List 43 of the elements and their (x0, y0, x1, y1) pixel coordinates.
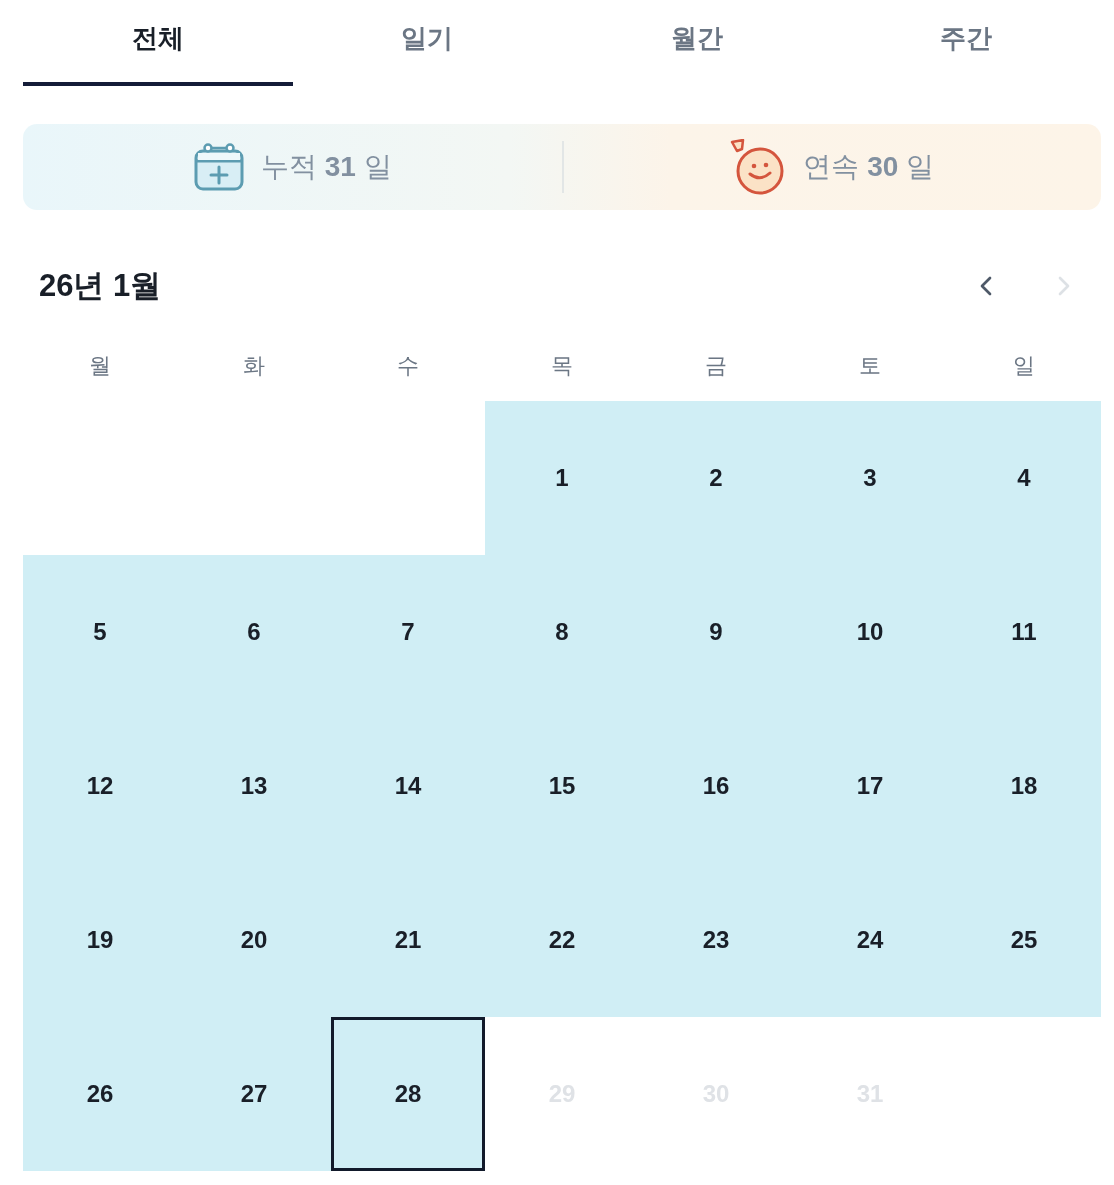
calendar-day[interactable]: 26 (23, 1017, 177, 1171)
calendar-day[interactable]: 12 (23, 709, 177, 863)
calendar-day[interactable]: 21 (331, 863, 485, 1017)
weekday-label: 금 (705, 351, 727, 380)
weekday-label: 화 (243, 351, 265, 380)
streak-days-text: 연속 30 일 (803, 150, 935, 184)
weekday-label: 월 (89, 351, 111, 380)
calendar-day[interactable]: 10 (793, 555, 947, 709)
weekday-label: 일 (1013, 351, 1035, 380)
calendar-day[interactable]: 13 (177, 709, 331, 863)
calendar-day[interactable]: 24 (793, 863, 947, 1017)
calendar-day[interactable]: 5 (23, 555, 177, 709)
weekday-label: 토 (859, 351, 881, 380)
calendar-day[interactable]: 14 (331, 709, 485, 863)
calendar-day[interactable]: 11 (947, 555, 1101, 709)
weekday-label: 수 (397, 351, 419, 380)
calendar-day[interactable]: 16 (639, 709, 793, 863)
calendar-plus-icon (192, 142, 245, 192)
calendar-day[interactable]: 15 (485, 709, 639, 863)
tab[interactable]: 전체 (23, 0, 293, 86)
tab[interactable]: 월간 (562, 0, 832, 86)
tab[interactable]: 주간 (831, 0, 1101, 86)
calendar-day[interactable]: 9 (639, 555, 793, 709)
calendar-day[interactable]: 28 (331, 1017, 485, 1171)
calendar-day[interactable]: 19 (23, 863, 177, 1017)
calendar-day[interactable]: 23 (639, 863, 793, 1017)
calendar-day[interactable]: 4 (947, 401, 1101, 555)
calendar-day[interactable]: 2 (639, 401, 793, 555)
cumulative-days-text: 누적 31 일 (260, 150, 392, 184)
weekday-label: 목 (551, 351, 573, 380)
month-title: 26년 1월 (39, 267, 162, 305)
calendar-day[interactable]: 22 (485, 863, 639, 1017)
calendar-day[interactable]: 20 (177, 863, 331, 1017)
calendar-day[interactable]: 7 (331, 555, 485, 709)
calendar-day[interactable]: 6 (177, 555, 331, 709)
calendar-day[interactable]: 3 (793, 401, 947, 555)
calendar-day[interactable]: 17 (793, 709, 947, 863)
tab[interactable]: 일기 (292, 0, 562, 86)
calendar-day[interactable]: 18 (947, 709, 1101, 863)
calendar-day[interactable]: 1 (485, 401, 639, 555)
calendar-day[interactable]: 25 (947, 863, 1101, 1017)
calendar-day[interactable]: 8 (485, 555, 639, 709)
calendar-day[interactable]: 27 (177, 1017, 331, 1171)
